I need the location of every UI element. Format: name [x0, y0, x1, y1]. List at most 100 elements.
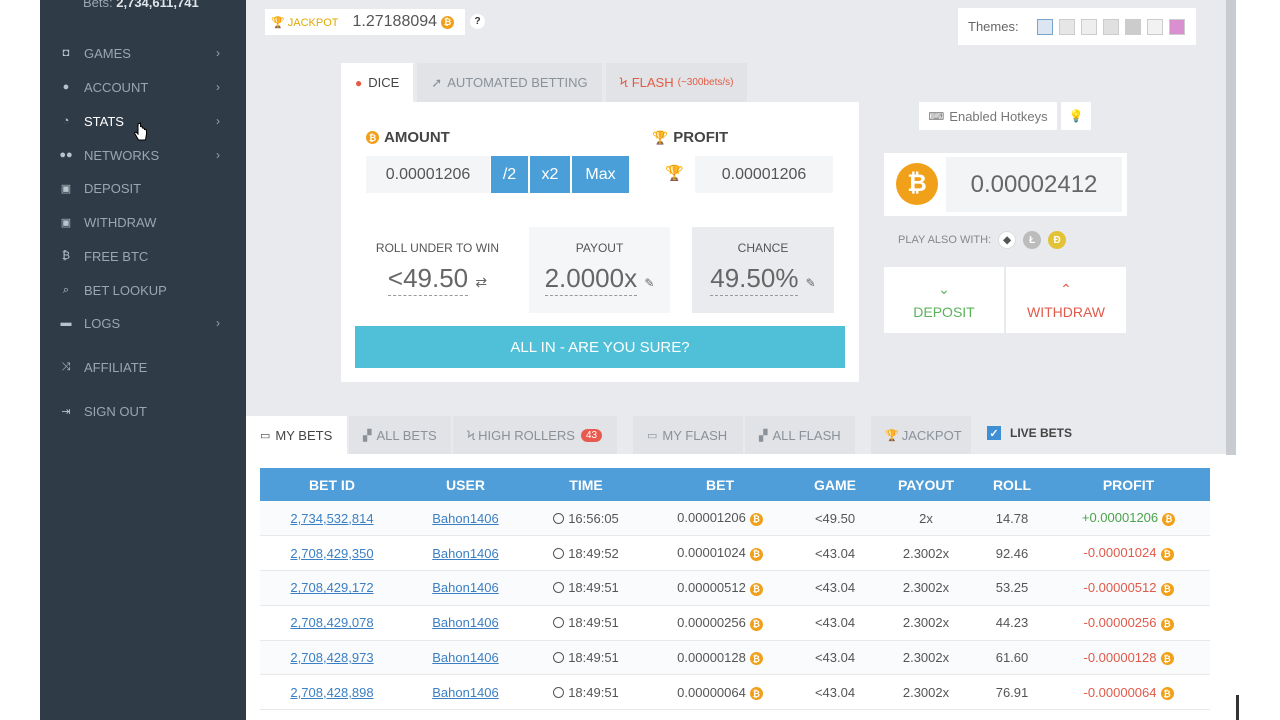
- total-bets-counter: Bets: 2,734,611,741: [83, 0, 199, 10]
- sidebar-item-games[interactable]: ◘ GAMES ›: [40, 38, 246, 68]
- all-in-button[interactable]: ALL IN - ARE YOU SURE?: [355, 326, 845, 368]
- enabled-hotkeys-button[interactable]: ⌨ Enabled Hotkeys: [919, 102, 1057, 130]
- table-row: 2,708,429,172 Bahon1406 18:49:51 0.00000512…: [260, 570, 1210, 606]
- dogecoin-icon[interactable]: Ð: [1048, 231, 1067, 249]
- user-link[interactable]: Bahon1406: [432, 615, 499, 630]
- sign-out-icon: ⇥: [61, 405, 71, 418]
- sidebar-item-label: FREE BTC: [84, 248, 149, 264]
- deposit-button[interactable]: ⌄ DEPOSIT: [884, 267, 1004, 333]
- bitcoin-icon: ₿: [441, 15, 455, 29]
- bets-table-container: BET ID USER TIME BET GAME PAYOUT ROLL PROFIT 2,…: [246, 454, 1226, 720]
- bet-id-link[interactable]: 2,708,428,898: [290, 685, 373, 700]
- bet-id-link[interactable]: 2,708,429,078: [290, 615, 373, 630]
- sidebar-item-affiliate[interactable]: ⤨ AFFILIATE: [40, 352, 246, 382]
- jackpot-value: 1.27188094: [352, 13, 438, 30]
- theme-swatch-2[interactable]: [1058, 18, 1075, 35]
- bet-roll: 76.91: [995, 684, 1029, 700]
- sidebar-item-account[interactable]: ● ACCOUNT ›: [40, 72, 246, 102]
- bet-id-link[interactable]: 2,708,428,973: [290, 650, 373, 665]
- user-link[interactable]: Bahon1406: [432, 580, 499, 595]
- clock-icon: [553, 547, 565, 559]
- rocket-icon: ➚: [431, 74, 443, 90]
- chance-value[interactable]: 49.50% ✎: [692, 263, 834, 296]
- bet-id-link[interactable]: 2,708,429,172: [290, 580, 373, 595]
- bolt-icon: ϟ: [619, 75, 628, 90]
- column-header: PAYOUT: [875, 468, 977, 501]
- tab-flash[interactable]: ϟ FLASH (~300bets/s): [605, 63, 748, 102]
- sidebar-item-networks[interactable]: ●● NETWORKS ›: [40, 140, 246, 170]
- theme-swatch-7[interactable]: [1168, 18, 1185, 35]
- users-icon: ●●: [59, 149, 73, 161]
- withdraw-button[interactable]: ⌃ WITHDRAW: [1006, 267, 1126, 333]
- sidebar-item-label: WITHDRAW: [84, 214, 157, 230]
- roll-under-card[interactable]: ROLL UNDER TO WIN <49.50 ⇄: [366, 227, 509, 313]
- roll-under-value[interactable]: <49.50 ⇄: [366, 263, 509, 296]
- tab-my-flash[interactable]: ▭ MY FLASH: [633, 416, 743, 454]
- profit-on-win-input[interactable]: 0.00001206: [695, 156, 833, 193]
- tab-my-bets[interactable]: ▭ MY BETS: [246, 416, 347, 454]
- lightbulb-button[interactable]: 💡: [1061, 102, 1091, 130]
- table-row: 2,708,428,973 Bahon1406 18:49:51 0.00000128…: [260, 640, 1210, 676]
- scrollbar-thumb[interactable]: [1226, 0, 1236, 455]
- sidebar-item-sign-out[interactable]: ⇥ SIGN OUT: [40, 396, 246, 426]
- user-icon: ●: [62, 81, 70, 93]
- bet-time: 18:49:51: [568, 684, 619, 700]
- tab-dice[interactable]: ● DICE: [341, 63, 414, 102]
- tab-all-bets[interactable]: ▞ ALL BETS: [349, 416, 451, 454]
- bet-id-link[interactable]: 2,734,532,814: [290, 511, 373, 526]
- bet-payout: 2.3002x: [902, 684, 950, 700]
- sidebar-item-withdraw[interactable]: ▣ WITHDRAW: [40, 207, 246, 237]
- tab-jackpot[interactable]: 🏆 JACKPOT: [871, 416, 971, 454]
- swap-icon[interactable]: ⇄: [475, 274, 487, 290]
- tab-dice-label: DICE: [368, 75, 400, 90]
- user-link[interactable]: Bahon1406: [432, 546, 499, 561]
- bolt-icon: ϟ: [467, 427, 476, 443]
- bitcoin-icon: ₿: [1160, 652, 1174, 666]
- tab-automated-betting[interactable]: ➚ AUTOMATED BETTING: [417, 63, 602, 102]
- sidebar-item-bet-lookup[interactable]: ⌕ BET LOOKUP: [40, 275, 246, 305]
- theme-picker: Themes:: [958, 8, 1196, 45]
- halve-bet-button[interactable]: /2: [491, 156, 528, 193]
- payout-value[interactable]: 2.0000x ✎: [529, 263, 670, 296]
- bet-amount: 0.00000512: [677, 580, 746, 596]
- sidebar-item-logs[interactable]: ▬ LOGS ›: [40, 308, 246, 338]
- user-link[interactable]: Bahon1406: [432, 650, 499, 665]
- game-tabs: ● DICE ➚ AUTOMATED BETTING ϟ FLASH (~300…: [341, 63, 751, 102]
- payout-label: PAYOUT: [575, 241, 624, 255]
- ethereum-icon[interactable]: ◆: [998, 231, 1017, 249]
- tab-high-rollers[interactable]: ϟ HIGH ROLLERS 43: [453, 416, 617, 454]
- tab-all-flash[interactable]: ▞ ALL FLASH: [745, 416, 855, 454]
- sidebar-item-free-btc[interactable]: ₿ FREE BTC: [40, 241, 246, 271]
- bet-amount-input[interactable]: 0.00001206: [366, 156, 490, 193]
- litecoin-icon[interactable]: Ł: [1023, 231, 1042, 249]
- bitcoin-icon: ₿: [749, 617, 763, 631]
- deposit-label: DEPOSIT: [913, 303, 975, 320]
- payout-card[interactable]: PAYOUT 2.0000x ✎: [529, 227, 670, 313]
- theme-swatch-3[interactable]: [1080, 18, 1097, 35]
- theme-swatch-1[interactable]: [1036, 18, 1053, 35]
- jackpot-label: 🏆 JACKPOT: [271, 16, 339, 29]
- live-bets-toggle[interactable]: ✓ LIVE BETS: [987, 426, 1072, 440]
- bet-time: 18:49:51: [568, 650, 619, 666]
- sidebar-item-deposit[interactable]: ▣ DEPOSIT: [40, 173, 246, 203]
- jackpot-display: 🏆 JACKPOT 1.27188094 ₿: [265, 9, 465, 35]
- checkbox-checked-icon[interactable]: ✓: [987, 426, 1001, 440]
- bet-roll: 61.60: [995, 650, 1029, 666]
- dice-icon: ●: [355, 75, 363, 90]
- bet-roll: 53.25: [995, 580, 1029, 596]
- bet-id-link[interactable]: 2,708,429,350: [290, 546, 373, 561]
- tab-all-flash-label: ALL FLASH: [772, 427, 841, 443]
- max-bet-button[interactable]: Max: [572, 156, 629, 193]
- bitcoin-icon: ₿: [1162, 512, 1176, 526]
- jackpot-help-button[interactable]: ?: [470, 14, 485, 29]
- trophy-icon: 🏆: [665, 165, 684, 182]
- tab-flash-label: FLASH: [631, 75, 674, 90]
- theme-swatch-6[interactable]: [1146, 18, 1163, 35]
- theme-swatch-4[interactable]: [1102, 18, 1119, 35]
- chance-card[interactable]: CHANCE 49.50% ✎: [692, 227, 834, 313]
- double-bet-button[interactable]: x2: [530, 156, 570, 193]
- user-link[interactable]: Bahon1406: [432, 511, 499, 526]
- user-link[interactable]: Bahon1406: [432, 685, 499, 700]
- sidebar-item-label: NETWORKS: [84, 147, 160, 163]
- theme-swatch-5[interactable]: [1124, 18, 1141, 35]
